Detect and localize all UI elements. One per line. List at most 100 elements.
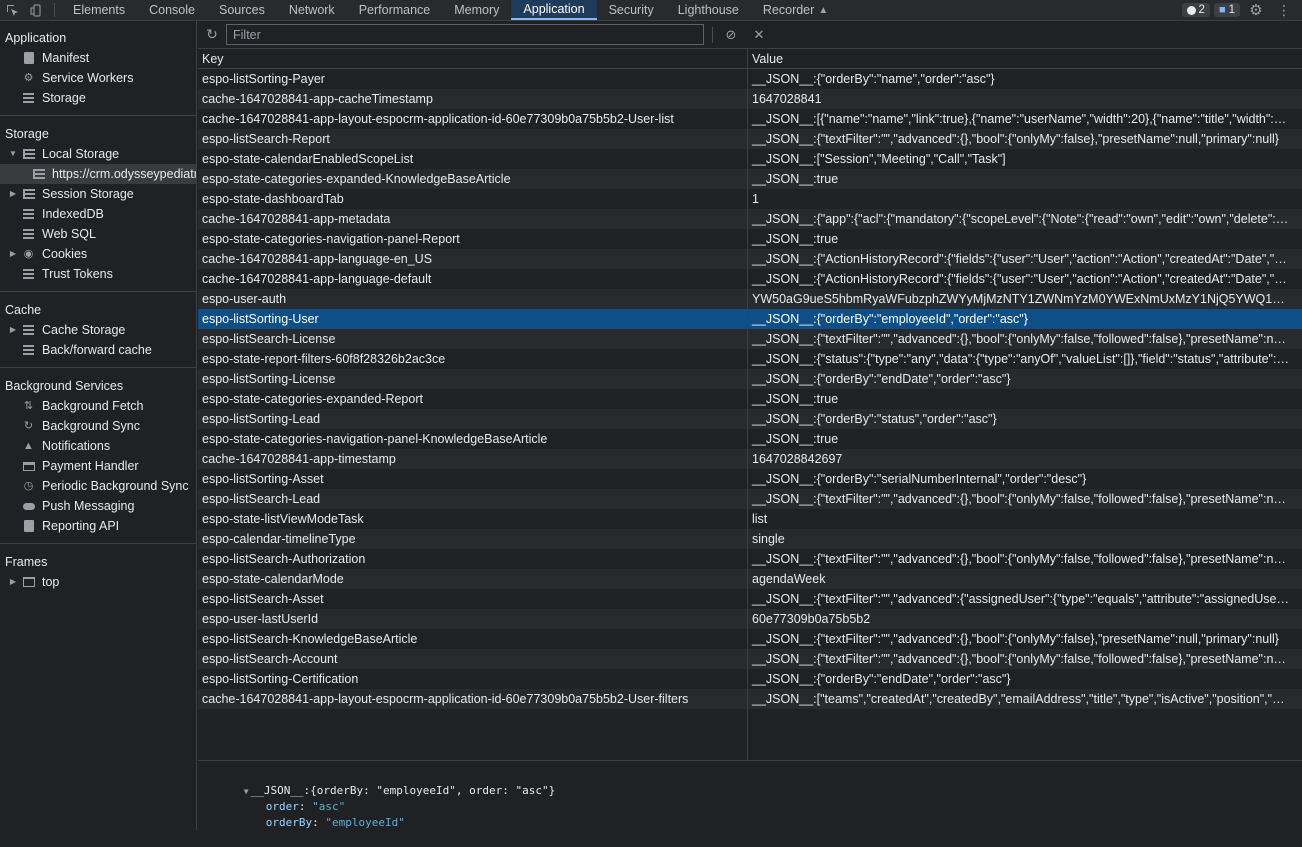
row-value-cell[interactable]: list — [747, 509, 1302, 529]
row-key-cell[interactable]: cache-1647028841-app-timestamp — [198, 449, 747, 469]
tab-memory[interactable]: Memory — [442, 0, 511, 20]
row-value-cell[interactable]: __JSON__:{"ActionHistoryRecord":{"fields… — [747, 269, 1302, 289]
row-value-cell[interactable]: __JSON__:true — [747, 429, 1302, 449]
row-key-cell[interactable]: cache-1647028841-app-language-default — [198, 269, 747, 289]
sidebar-item-frame-top[interactable]: ▶ top — [0, 572, 196, 592]
preview-root-object[interactable]: ▼ __JSON__:{orderBy: "employeeId", order:… — [198, 767, 1302, 797]
table-row[interactable]: espo-listSorting-Certification __JSON__:{… — [198, 669, 1302, 689]
tab-lighthouse[interactable]: Lighthouse — [666, 0, 751, 20]
row-value-cell[interactable]: 1 — [747, 189, 1302, 209]
row-value-cell[interactable]: __JSON__:{"app":{"acl":{"mandatory":{"sc… — [747, 209, 1302, 229]
issues-badge[interactable]: 2 — [1181, 3, 1210, 17]
row-key-cell[interactable]: espo-state-calendarMode — [198, 569, 747, 589]
row-key-cell[interactable]: espo-user-auth — [198, 289, 747, 309]
table-row[interactable]: espo-listSorting-License __JSON__:{"order… — [198, 369, 1302, 389]
row-key-cell[interactable]: espo-state-categories-expanded-Report — [198, 389, 747, 409]
sidebar-item-cookies[interactable]: ▶ ◉ Cookies — [0, 244, 196, 264]
table-row[interactable]: espo-calendar-timelineType single — [198, 529, 1302, 549]
row-value-cell[interactable]: __JSON__:true — [747, 229, 1302, 249]
tab-performance[interactable]: Performance — [347, 0, 443, 20]
row-value-cell[interactable]: __JSON__:{"orderBy":"serialNumberInterna… — [747, 469, 1302, 489]
sidebar-item-periodic-background-sync[interactable]: ◷ Periodic Background Sync — [0, 476, 196, 496]
table-row[interactable]: espo-listSearch-Report __JSON__:{"textFil… — [198, 129, 1302, 149]
sidebar-item-indexeddb[interactable]: IndexedDB — [0, 204, 196, 224]
tab-network[interactable]: Network — [277, 0, 347, 20]
table-row[interactable]: cache-1647028841-app-layout-espocrm-appl… — [198, 689, 1302, 709]
row-key-cell[interactable]: cache-1647028841-app-metadata — [198, 209, 747, 229]
tab-security[interactable]: Security — [597, 0, 666, 20]
inspect-element-icon[interactable] — [0, 0, 24, 20]
table-row[interactable]: espo-state-calendarEnabledScopeList __JSO… — [198, 149, 1302, 169]
sidebar-item-service-workers[interactable]: ⚙ Service Workers — [0, 68, 196, 88]
row-key-cell[interactable]: espo-listSorting-User — [198, 309, 747, 329]
expanded-arrow-icon[interactable]: ▼ — [244, 787, 249, 796]
row-key-cell[interactable]: espo-listSearch-Report — [198, 129, 747, 149]
row-key-cell[interactable]: espo-listSorting-Certification — [198, 669, 747, 689]
row-key-cell[interactable]: espo-listSearch-Authorization — [198, 549, 747, 569]
sidebar-item-storage[interactable]: Storage — [0, 88, 196, 108]
sidebar-item-back-forward-cache[interactable]: Back/forward cache — [0, 340, 196, 360]
table-row[interactable]: espo-user-auth YW50aG9ueS5hbmRyaWFubzphZW… — [198, 289, 1302, 309]
row-value-cell[interactable]: __JSON__:["Session","Meeting","Call","Ta… — [747, 149, 1302, 169]
table-row[interactable]: espo-state-categories-expanded-Report __J… — [198, 389, 1302, 409]
row-value-cell[interactable]: single — [747, 529, 1302, 549]
sidebar-item-local-storage[interactable]: ▼ Local Storage — [0, 144, 196, 164]
row-value-cell[interactable]: YW50aG9ueS5hbmRyaWFubzphZWYyMjMzNTY1ZWNm… — [747, 289, 1302, 309]
column-header-value[interactable]: Value — [747, 49, 1302, 68]
table-row[interactable]: cache-1647028841-app-language-en_US __JSO… — [198, 249, 1302, 269]
row-key-cell[interactable]: espo-state-categories-navigation-panel-K… — [198, 429, 747, 449]
messages-badge[interactable]: ■ 1 — [1213, 3, 1240, 17]
collapsed-arrow-icon[interactable]: ▶ — [8, 184, 18, 204]
tab-sources[interactable]: Sources — [207, 0, 277, 20]
row-key-cell[interactable]: espo-state-listViewModeTask — [198, 509, 747, 529]
table-row[interactable]: espo-state-categories-navigation-panel-K… — [198, 429, 1302, 449]
column-header-key[interactable]: Key — [198, 49, 747, 68]
settings-gear-icon[interactable]: ⚙ — [1244, 1, 1268, 19]
sidebar-item-cache-storage[interactable]: ▶ Cache Storage — [0, 320, 196, 340]
row-value-cell[interactable]: __JSON__:{"textFilter":"","advanced":{},… — [747, 549, 1302, 569]
tab-console[interactable]: Console — [137, 0, 207, 20]
expanded-arrow-icon[interactable]: ▼ — [8, 144, 18, 164]
row-key-cell[interactable]: espo-state-categories-navigation-panel-R… — [198, 229, 747, 249]
table-row[interactable]: espo-listSearch-Authorization __JSON__:{"… — [198, 549, 1302, 569]
table-row[interactable]: espo-user-lastUserId 60e77309b0a75b5b2 — [198, 609, 1302, 629]
row-value-cell[interactable]: 1647028842697 — [747, 449, 1302, 469]
table-row[interactable]: cache-1647028841-app-layout-espocrm-appl… — [198, 109, 1302, 129]
row-value-cell[interactable]: __JSON__:{"orderBy":"status","order":"as… — [747, 409, 1302, 429]
tab-recorder[interactable]: Recorder ▲ — [751, 0, 840, 20]
sidebar-item-payment-handler[interactable]: Payment Handler — [0, 456, 196, 476]
table-row[interactable]: cache-1647028841-app-language-default __J… — [198, 269, 1302, 289]
row-value-cell[interactable]: 1647028841 — [747, 89, 1302, 109]
table-row[interactable]: espo-listSorting-User __JSON__:{"orderBy"… — [198, 309, 1302, 329]
row-value-cell[interactable]: agendaWeek — [747, 569, 1302, 589]
collapsed-arrow-icon[interactable]: ▶ — [8, 244, 18, 264]
table-row[interactable]: espo-listSearch-KnowledgeBaseArticle __JS… — [198, 629, 1302, 649]
row-key-cell[interactable]: espo-listSorting-Lead — [198, 409, 747, 429]
sidebar-item-session-storage[interactable]: ▶ Session Storage — [0, 184, 196, 204]
table-row[interactable]: espo-listSearch-License __JSON__:{"textFi… — [198, 329, 1302, 349]
sidebar-item-reporting-api[interactable]: Reporting API — [0, 516, 196, 536]
row-value-cell[interactable]: __JSON__:{"textFilter":"","advanced":{},… — [747, 329, 1302, 349]
row-value-cell[interactable]: __JSON__:{"textFilter":"","advanced":{},… — [747, 489, 1302, 509]
table-row[interactable]: espo-state-report-filters-60f8f28326b2ac… — [198, 349, 1302, 369]
delete-selected-icon[interactable]: ✕ — [749, 27, 769, 43]
row-key-cell[interactable]: cache-1647028841-app-layout-espocrm-appl… — [198, 689, 747, 709]
row-key-cell[interactable]: espo-listSearch-KnowledgeBaseArticle — [198, 629, 747, 649]
sidebar-item-trust-tokens[interactable]: Trust Tokens — [0, 264, 196, 284]
tab-application[interactable]: Application — [511, 0, 597, 20]
row-value-cell[interactable]: __JSON__:{"textFilter":"","advanced":{},… — [747, 129, 1302, 149]
row-key-cell[interactable]: espo-user-lastUserId — [198, 609, 747, 629]
table-row[interactable]: espo-listSearch-Asset __JSON__:{"textFilt… — [198, 589, 1302, 609]
refresh-icon[interactable]: ↻ — [198, 26, 226, 43]
row-value-cell[interactable]: __JSON__:true — [747, 389, 1302, 409]
table-row[interactable]: cache-1647028841-app-cacheTimestamp 16470… — [198, 89, 1302, 109]
row-value-cell[interactable]: __JSON__:[{"name":"name","link":true},{"… — [747, 109, 1302, 129]
row-key-cell[interactable]: cache-1647028841-app-language-en_US — [198, 249, 747, 269]
row-value-cell[interactable]: __JSON__:{"textFilter":"","advanced":{},… — [747, 629, 1302, 649]
row-value-cell[interactable]: 60e77309b0a75b5b2 — [747, 609, 1302, 629]
table-row[interactable]: espo-listSorting-Lead __JSON__:{"orderBy"… — [198, 409, 1302, 429]
more-options-icon[interactable]: ⋮ — [1272, 2, 1296, 19]
sidebar-item-background-fetch[interactable]: ⇅ Background Fetch — [0, 396, 196, 416]
row-key-cell[interactable]: espo-listSorting-Asset — [198, 469, 747, 489]
row-key-cell[interactable]: espo-state-report-filters-60f8f28326b2ac… — [198, 349, 747, 369]
